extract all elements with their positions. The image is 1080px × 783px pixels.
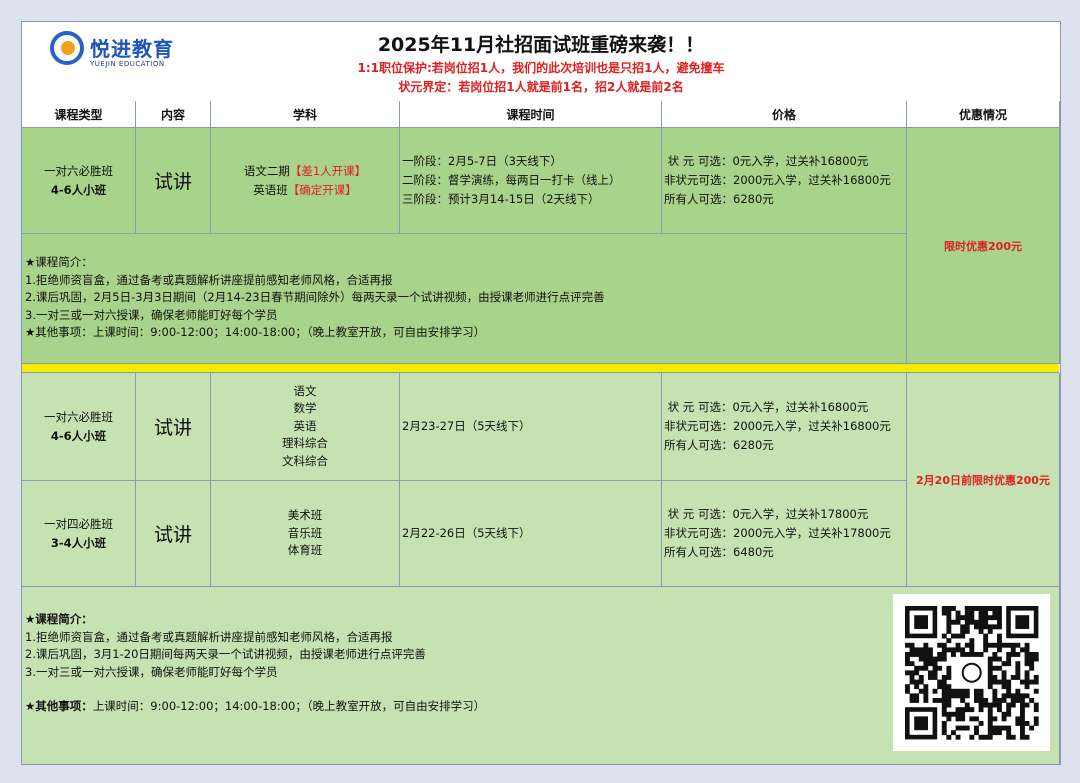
s2-row1-subject: 数学 [293, 401, 317, 416]
s2-row1-type-name: 一对六必胜班 [44, 409, 113, 424]
s1-intro-line: ★其他事项：上课时间：9:00-12:00；14:00-18:00；（晚上教室开… [25, 325, 486, 339]
s2-row2-price-line: 状 元 可选：0元入学，过关补17800元 [664, 507, 869, 521]
s1-intro-line: 3.一对三或一对六授课，确保老师能盯好每个学员 [25, 307, 278, 322]
s1-content: 试讲 [136, 128, 211, 234]
s1-price-line: 非状元可选：2000元入学，过关补16800元 [664, 173, 891, 187]
s1-price-line: 状 元 可选：0元入学，过关补16800元 [664, 154, 869, 168]
s2-row2-subjects: 美术班 音乐班 体育班 [211, 481, 400, 587]
s1-schedule-line: 二阶段：督学演练，每两日一打卡（线上） [402, 173, 621, 187]
s2-row2-subject: 音乐班 [287, 525, 323, 540]
col-header-promo: 优惠情况 [907, 101, 1060, 128]
s2-row2-type-size: 3-4人小班 [50, 535, 107, 550]
s1-schedule-line: 一阶段：2月5-7日（3天线下） [402, 154, 562, 168]
s1-type-name: 一对六必胜班 [44, 163, 113, 178]
s2-row2-course-type: 一对四必胜班 3-4人小班 [22, 481, 136, 587]
s2-row2-subject: 体育班 [287, 543, 323, 558]
s1-schedule: 一阶段：2月5-7日（3天线下） 二阶段：督学演练，每两日一打卡（线上） 三阶段… [400, 128, 662, 234]
col-header-time: 课程时间 [400, 101, 662, 128]
s2-row2-subject: 美术班 [287, 508, 323, 523]
s2-row2-content: 试讲 [136, 481, 211, 587]
s2-row2-schedule: 2月22-26日（5天线下） [400, 481, 662, 587]
col-header-price: 价格 [662, 101, 907, 128]
s1-price-line: 所有人可选：6280元 [664, 192, 774, 206]
s1-subject-english-tag: 【确定开课】 [287, 182, 357, 197]
s2-row1-price: 状 元 可选：0元入学，过关补16800元 非状元可选：2000元入学，过关补1… [662, 373, 907, 481]
page-title: 2025年11月社招面试班重磅来袭！！ [377, 34, 705, 56]
s2-row1-price-line: 状 元 可选：0元入学，过关补16800元 [664, 400, 869, 414]
flyer-sheet: 悦进教育 YUEJIN EDUCATION 2025年11月社招面试班重磅来袭！… [21, 21, 1061, 765]
s1-intro-line: 2.课后巩固，2月5日-3月3日期间（2月14-23日春节期间除外）每两天录一个… [25, 290, 605, 304]
s1-subject-chinese-tag: 【差1人开课】 [289, 163, 367, 178]
wechat-qr-code [893, 594, 1050, 751]
s1-intro-line: ★课程简介： [25, 255, 93, 269]
s1-subjects: 语文二期【差1人开课】 英语班【确定开课】 [211, 128, 400, 234]
s2-row2-price-line: 非状元可选：2000元入学，过关补17800元 [664, 526, 891, 540]
s1-price: 状 元 可选：0元入学，过关补16800元 非状元可选：2000元入学，过关补1… [662, 128, 907, 234]
s1-type-size: 4-6人小班 [50, 182, 107, 197]
col-header-type: 课程类型 [22, 101, 136, 128]
subtitle-definition: 状元界定：若岗位招1人就是前1名，招2人就是前2名 [398, 80, 684, 94]
s2-row2-price: 状 元 可选：0元入学，过关补17800元 非状元可选：2000元入学，过关补1… [662, 481, 907, 587]
s1-subject-chinese-name: 语文二期 [243, 163, 290, 178]
s1-schedule-line: 三阶段：预计3月14-15日（2天线下） [402, 192, 600, 206]
s2-row1-price-line: 非状元可选：2000元入学，过关补16800元 [664, 419, 891, 433]
qr-code-image [905, 606, 1039, 740]
s2-row1-subject: 英语 [293, 418, 317, 433]
s2-row1-type-size: 4-6人小班 [50, 428, 107, 443]
s1-subject-english: 英语班【确定开课】 [253, 181, 357, 200]
s1-intro-line: 1.拒绝师资盲盒，通过备考或真题解析讲座提前感知老师风格，合适再报 [25, 272, 393, 287]
s1-intro: ★课程简介： 1.拒绝师资盲盒，通过备考或真题解析讲座提前感知老师风格，合适再报… [22, 234, 907, 364]
s2-other-text: 上课时间：9:00-12:00；14:00-18:00；（晚上教室开放，可自由安… [92, 699, 486, 713]
s1-promo: 限时优惠200元 [907, 128, 1060, 364]
s2-row1-content: 试讲 [136, 373, 211, 481]
s2-other-title: ★其他事项： [25, 699, 93, 713]
s2-row1-course-type: 一对六必胜班 4-6人小班 [22, 373, 136, 481]
col-header-subject: 学科 [211, 101, 400, 128]
s2-row1-subjects: 语文 数学 英语 理科综合 文科综合 [211, 373, 400, 481]
s2-row2-type-name: 一对四必胜班 [44, 516, 113, 531]
s2-row2-price-line: 所有人可选：6480元 [664, 545, 774, 559]
subtitle-protection: 1:1职位保护:若岗位招1人，我们的此次培训也是只招1人，避免撞车 [357, 61, 725, 75]
yellow-divider [22, 364, 1059, 373]
s2-row1-subject: 语文 [293, 383, 317, 398]
s2-row1-price-line: 所有人可选：6280元 [664, 438, 774, 452]
s2-row1-subject: 理科综合 [282, 436, 328, 451]
s1-subject-chinese: 语文二期【差1人开课】 [244, 162, 366, 181]
s2-row1-subject: 文科综合 [282, 453, 328, 468]
header: 悦进教育 YUEJIN EDUCATION 2025年11月社招面试班重磅来袭！… [22, 22, 1060, 102]
s1-course-type: 一对六必胜班 4-6人小班 [22, 128, 136, 234]
s2-promo: 2月20日前限时优惠200元 [907, 373, 1060, 587]
s2-row1-schedule: 2月23-27日（5天线下） [400, 373, 662, 481]
col-header-content: 内容 [136, 101, 211, 128]
s1-subject-english-name: 英语班 [253, 182, 288, 197]
